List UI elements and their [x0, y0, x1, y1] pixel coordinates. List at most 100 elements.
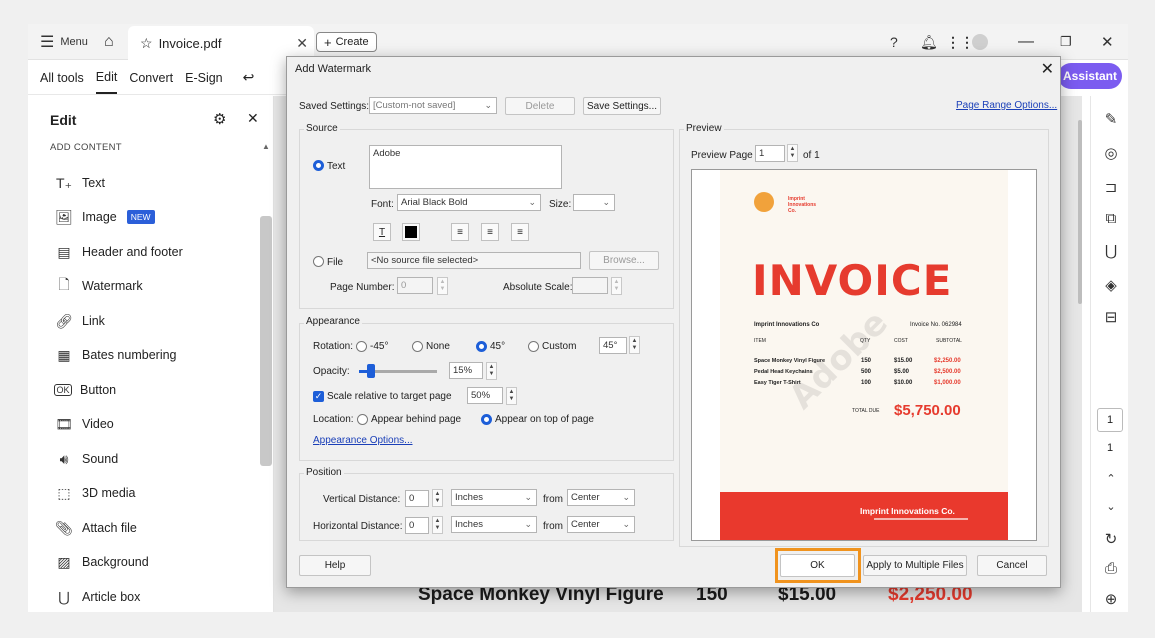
page-number-input[interactable]: 1 — [1097, 408, 1123, 432]
sidebar-item-attach-file[interactable]: 📎︎ Attach file — [54, 517, 137, 539]
scroll-up-icon[interactable]: ▲ — [262, 142, 270, 151]
horizontal-distance-spinner[interactable]: ▲ ▼ — [432, 516, 443, 534]
scale-spinner[interactable]: ▲ ▼ — [506, 387, 517, 405]
file-radio[interactable] — [313, 256, 324, 267]
horizontal-distance-field[interactable]: 0 — [405, 517, 429, 534]
sidebar-item-sound[interactable]: 🔊︎ Sound — [54, 448, 119, 470]
watermark-text-field[interactable]: Adobe — [369, 145, 562, 189]
close-panel-icon[interactable]: ✕ — [247, 110, 259, 127]
horizontal-from-select[interactable]: Center ⌄ — [567, 516, 635, 533]
dialog-close-icon[interactable]: ✕ — [1041, 59, 1054, 79]
page-down-icon[interactable]: ⌄ — [1101, 500, 1121, 513]
sidebar-item-text[interactable]: T₊ Text — [54, 172, 105, 194]
tab-edit[interactable]: Edit — [95, 62, 118, 94]
rotate-icon[interactable]: ↻ — [1101, 530, 1121, 548]
sidebar-item-image[interactable]: 🖼︎ Image NEW — [54, 206, 155, 228]
opacity-field[interactable]: 15% — [449, 362, 483, 379]
ai-summary-icon[interactable]: ✎ — [1101, 110, 1121, 128]
align-right-icon[interactable]: ≡ — [511, 223, 529, 241]
sidebar-item-video[interactable]: 🎞︎ Video — [54, 413, 114, 435]
sidebar-item-watermark[interactable]: 🗋︎ Watermark — [54, 275, 142, 297]
bookmark-icon[interactable]: ⊐ — [1101, 178, 1121, 196]
doc-scrollbar[interactable] — [1078, 120, 1082, 304]
save-settings-button[interactable]: Save Settings... — [583, 97, 661, 115]
sidebar-item-header-footer[interactable]: ▤ Header and footer — [54, 241, 182, 263]
create-button[interactable]: + Create — [316, 32, 377, 52]
zoom-in-icon[interactable]: ⊕ — [1101, 590, 1121, 608]
rotation-custom-radio[interactable] — [528, 341, 539, 352]
scale-relative-checkbox[interactable]: ✓ — [313, 391, 324, 402]
on-top-radio[interactable] — [481, 414, 492, 425]
preview-page-spinner[interactable]: ▲ ▼ — [787, 144, 798, 162]
star-icon[interactable]: ☆ — [140, 35, 153, 52]
menu-button[interactable]: ☰ Menu — [40, 24, 88, 60]
page-number-spinner[interactable]: ▲ ▼ — [437, 277, 448, 295]
structure-icon[interactable]: ⊟ — [1101, 308, 1121, 326]
assistant-button[interactable]: Assistant — [1058, 63, 1122, 89]
opacity-slider-thumb[interactable] — [366, 364, 375, 378]
align-center-icon[interactable]: ≡ — [481, 223, 499, 241]
font-select[interactable]: Arial Black Bold ⌄ — [397, 194, 541, 211]
browse-button[interactable]: Browse... — [589, 251, 659, 270]
notification-bell-icon[interactable]: 🔔︎ — [920, 24, 938, 60]
color-swatch[interactable] — [402, 223, 420, 241]
sidebar-item-bates[interactable]: ▦ Bates numbering — [54, 344, 176, 366]
apply-multiple-files-button[interactable]: Apply to Multiple Files — [863, 555, 967, 576]
page-range-options-link[interactable]: Page Range Options... — [956, 100, 1057, 111]
scale-field[interactable]: 50% — [467, 387, 503, 404]
undo-icon[interactable]: ↩ — [243, 69, 255, 86]
minimize-icon[interactable]: — — [1018, 24, 1034, 60]
absolute-scale-spinner[interactable]: ▲ ▼ — [611, 277, 622, 295]
behind-page-radio[interactable] — [357, 414, 368, 425]
panel-scrollbar[interactable] — [260, 216, 272, 466]
vertical-from-select[interactable]: Center ⌄ — [567, 489, 635, 506]
rotation-45-radio[interactable] — [476, 341, 487, 352]
document-tab[interactable]: ☆ Invoice.pdf ✕ — [128, 26, 314, 60]
attachments-icon[interactable]: ⋃ — [1101, 242, 1121, 260]
sidebar-item-link[interactable]: 🔗︎ Link — [54, 310, 105, 332]
cancel-button[interactable]: Cancel — [977, 555, 1047, 576]
rotation-neg45-radio[interactable] — [356, 341, 367, 352]
vertical-distance-spinner[interactable]: ▲ ▼ — [432, 489, 443, 507]
sidebar-item-button[interactable]: OK Button — [54, 379, 116, 401]
opacity-spinner[interactable]: ▲ ▼ — [486, 362, 497, 380]
close-tab-icon[interactable]: ✕ — [296, 35, 308, 52]
sidebar-item-3d-media[interactable]: ⬚ 3D media — [54, 482, 135, 504]
tab-convert[interactable]: Convert — [129, 71, 173, 85]
size-select[interactable]: ⌄ — [573, 194, 615, 211]
help-button[interactable]: Help — [299, 555, 371, 576]
custom-rotation-spinner[interactable]: ▲ ▼ — [629, 336, 640, 354]
rotation-none-radio[interactable] — [412, 341, 423, 352]
gear-icon[interactable]: ⚙ — [213, 110, 226, 128]
layers-icon[interactable]: ◈ — [1101, 276, 1121, 294]
align-left-icon[interactable]: ≡ — [451, 223, 469, 241]
text-radio[interactable] — [313, 160, 324, 171]
help-icon[interactable]: ? — [890, 24, 898, 60]
vertical-unit-select[interactable]: Inches ⌄ — [451, 489, 537, 506]
tab-all-tools[interactable]: All tools — [40, 71, 84, 85]
sidebar-item-background[interactable]: ▨ Background — [54, 551, 148, 573]
save-page-icon[interactable]: ⎙ — [1101, 560, 1121, 577]
chevron-down-icon: ⌄ — [602, 197, 610, 207]
maximize-icon[interactable]: ❐ — [1060, 24, 1072, 60]
horizontal-unit-select[interactable]: Inches ⌄ — [451, 516, 537, 533]
close-window-icon[interactable]: ✕ — [1101, 24, 1114, 60]
pages-icon[interactable]: ⧉ — [1101, 210, 1121, 227]
comment-icon[interactable]: ◎ — [1101, 144, 1121, 162]
saved-settings-select[interactable]: [Custom-not saved] ⌄ — [369, 97, 497, 114]
sidebar-item-article-box[interactable]: ⋃ Article box — [54, 586, 140, 608]
tab-esign[interactable]: E-Sign — [185, 71, 223, 85]
page-up-icon[interactable]: ⌃ — [1101, 472, 1121, 485]
appearance-options-link[interactable]: Appearance Options... — [313, 435, 413, 446]
underline-icon[interactable]: T — [373, 223, 391, 241]
preview-page-field[interactable]: 1 — [755, 145, 785, 162]
delete-button[interactable]: Delete — [505, 97, 575, 115]
page-number-field[interactable]: 0 — [397, 277, 433, 294]
custom-rotation-field[interactable]: 45° — [599, 337, 627, 354]
absolute-scale-field[interactable] — [572, 277, 608, 294]
avatar[interactable] — [972, 24, 988, 60]
file-path-field[interactable]: <No source file selected> — [367, 252, 581, 269]
home-icon[interactable]: ⌂ — [104, 24, 114, 60]
vertical-distance-field[interactable]: 0 — [405, 490, 429, 507]
apps-grid-icon[interactable]: ⋮⋮ — [946, 24, 974, 60]
